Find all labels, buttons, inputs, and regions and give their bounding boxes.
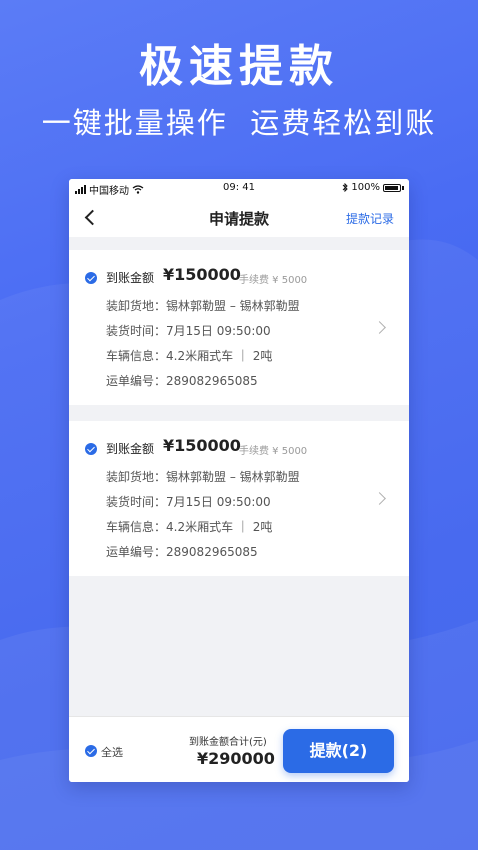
battery-icon (383, 183, 401, 192)
withdraw-record-link[interactable]: 提款记录 (346, 210, 394, 227)
select-all-label[interactable]: 全选 (101, 744, 123, 760)
waybill-number-row: 运单编号：289082965085 (106, 374, 258, 388)
total-amount-value: ¥290000 (197, 749, 275, 768)
total-amount-label: 到账金额合计(元) (189, 737, 267, 748)
route-row: 装卸货地：锡林郭勒盟 – 锡林郭勒盟 (106, 470, 300, 484)
loading-time-row: 装货时间：7月15日 09:50:00 (106, 324, 271, 338)
bottom-action-bar: 全选 到账金额合计(元) ¥290000 提款(2) (69, 716, 409, 782)
status-bar: 中国移动 09: 41 100% (69, 179, 409, 197)
amount-value: ¥150000 (163, 265, 241, 284)
amount-label: 到账金额 (106, 442, 155, 456)
loading-time-row: 装货时间：7月15日 09:50:00 (106, 495, 271, 509)
promo-title: 极速提款 (139, 41, 339, 92)
chevron-right-icon[interactable] (373, 321, 386, 334)
checkbox-checked-icon[interactable] (85, 443, 97, 455)
fee-text: 手续费 ¥ 5000 (239, 275, 308, 286)
withdraw-button[interactable]: 提款(2) (283, 729, 394, 773)
fee-text: 手续费 ¥ 5000 (239, 446, 308, 457)
route-row: 装卸货地：锡林郭勒盟 – 锡林郭勒盟 (106, 299, 300, 313)
amount-value: ¥150000 (163, 436, 241, 455)
order-card[interactable]: 到账金额 ¥150000 手续费 ¥ 5000 装卸货地：锡林郭勒盟 – 锡林郭… (69, 250, 409, 405)
checkbox-checked-icon[interactable] (85, 272, 97, 284)
phone-screen: 中国移动 09: 41 100% 申请提款 提款记录 到账金额 ¥150000 … (69, 179, 409, 782)
chevron-right-icon[interactable] (373, 492, 386, 505)
vehicle-info-row: 车辆信息：4.2米厢式车 ｜ 2吨 (106, 520, 273, 534)
nav-bar: 申请提款 提款记录 (69, 197, 409, 237)
select-all-checkbox-icon[interactable] (85, 745, 97, 757)
battery-percent: 100% (351, 182, 380, 193)
promo-subtitle: 一键批量操作 运费轻松到账 (41, 106, 437, 140)
amount-label: 到账金额 (106, 271, 155, 285)
waybill-number-row: 运单编号：289082965085 (106, 545, 258, 559)
vehicle-info-row: 车辆信息：4.2米厢式车 ｜ 2吨 (106, 349, 273, 363)
bluetooth-icon (343, 183, 349, 192)
order-card[interactable]: 到账金额 ¥150000 手续费 ¥ 5000 装卸货地：锡林郭勒盟 – 锡林郭… (69, 421, 409, 576)
